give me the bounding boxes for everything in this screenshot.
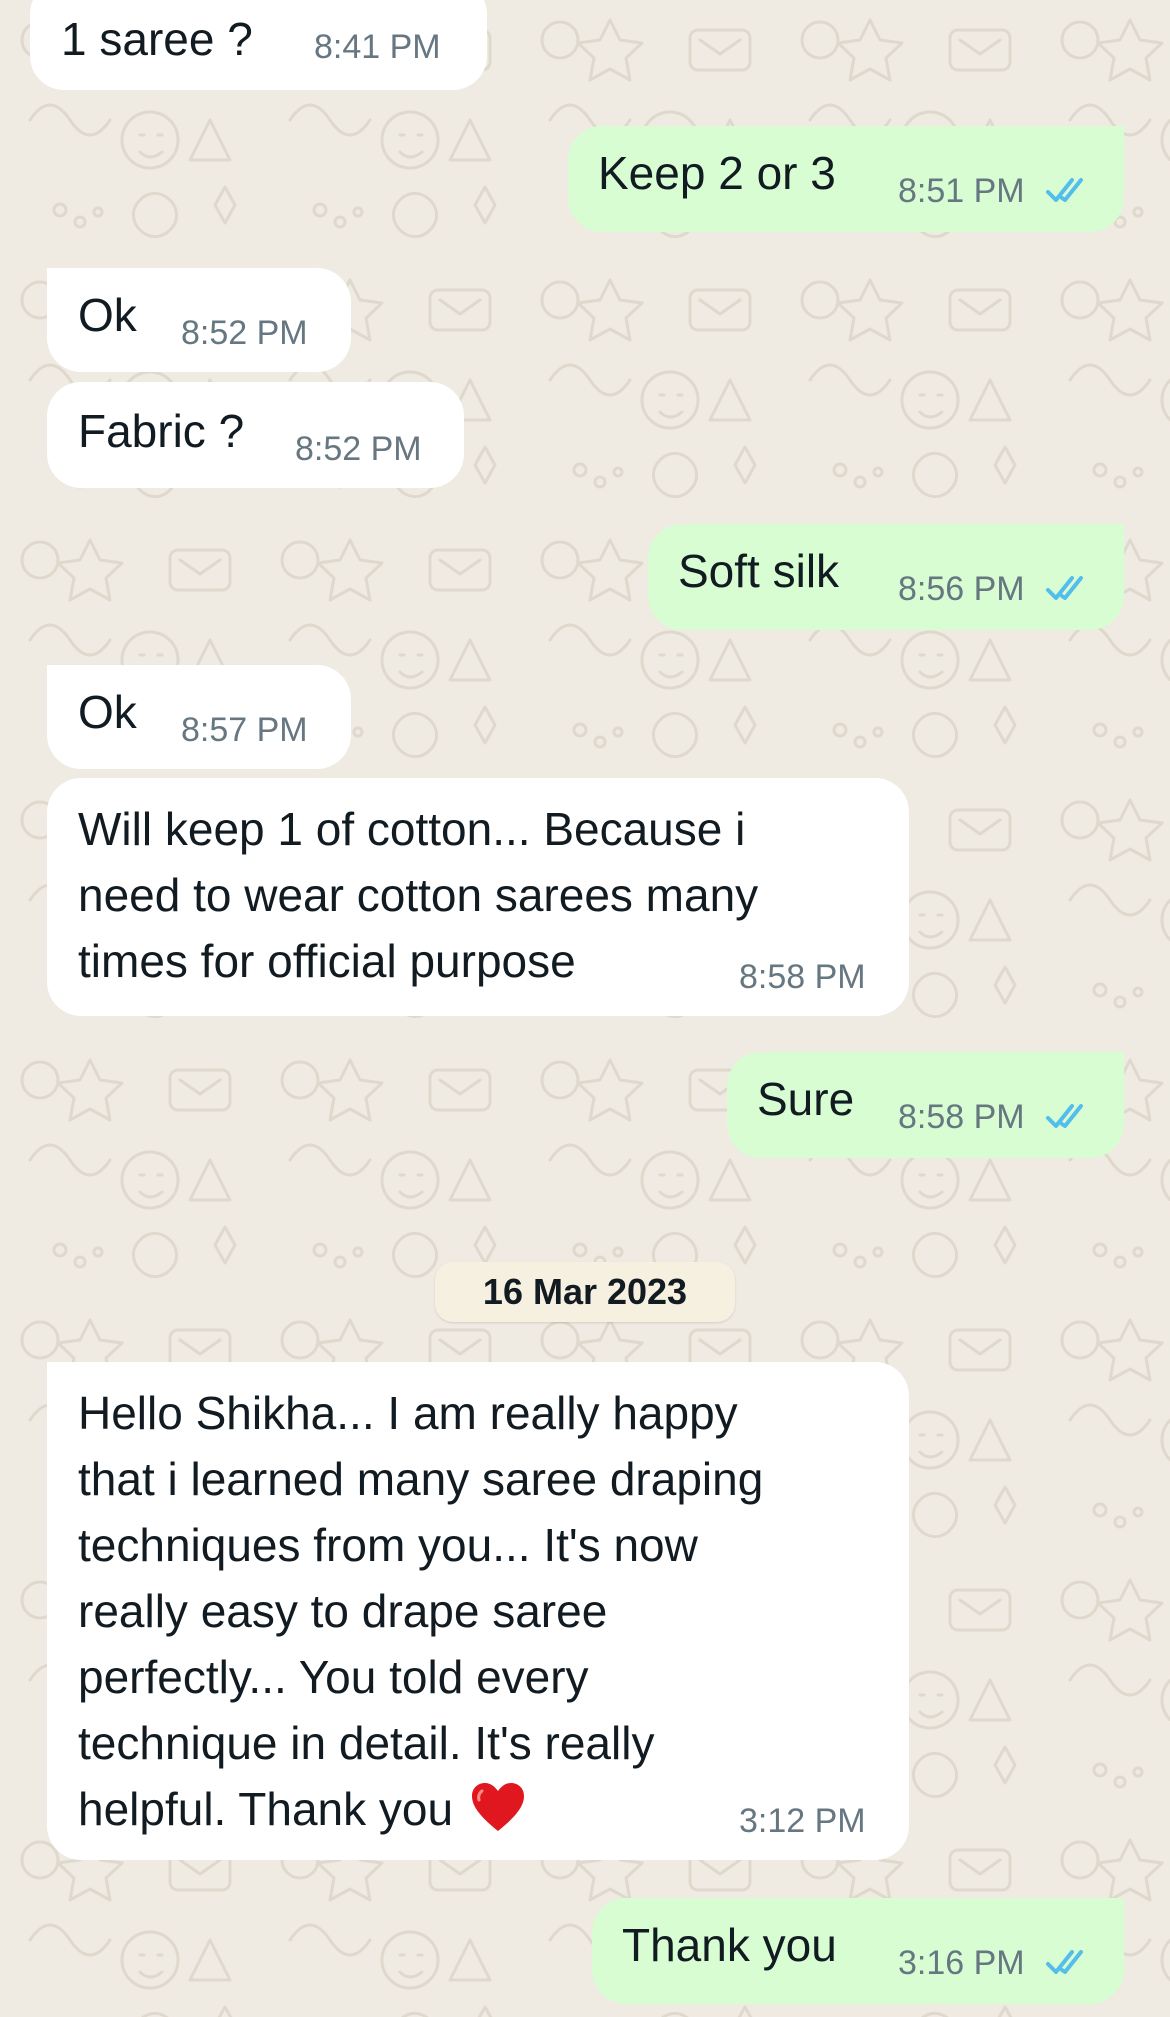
- message-time: 8:57 PM: [181, 711, 308, 749]
- message-text: Ok: [78, 289, 137, 341]
- chat-thread[interactable]: 1 saree ? 8:41 PM Keep 2 or 3 8:51 PM Ok…: [0, 0, 1170, 2017]
- message-line: need to wear cotton sarees many: [78, 869, 759, 921]
- message-text: Fabric ?: [78, 405, 245, 457]
- red-heart-emoji: [471, 1783, 524, 1831]
- message-time: 8:58 PM: [739, 958, 866, 996]
- message-text: Will keep 1 of cotton... Because i need …: [78, 796, 758, 994]
- outgoing-message[interactable]: Thank you 3:16 PM: [592, 1898, 1124, 2004]
- message-time: 3:12 PM: [739, 1802, 866, 1840]
- incoming-message[interactable]: 1 saree ? 8:41 PM: [30, 0, 487, 90]
- message-line: that i learned many saree draping: [78, 1453, 764, 1505]
- message-time: 8:52 PM: [295, 430, 422, 468]
- message-time: 8:41 PM: [314, 28, 441, 66]
- message-line: Hello Shikha... I am really happy: [78, 1387, 738, 1439]
- outgoing-message[interactable]: Sure 8:58 PM: [727, 1052, 1124, 1158]
- incoming-message[interactable]: Ok 8:57 PM: [47, 665, 351, 769]
- message-line: really easy to drape saree: [78, 1585, 608, 1637]
- outgoing-message[interactable]: Keep 2 or 3 8:51 PM: [568, 126, 1124, 232]
- message-time: 8:56 PM: [898, 570, 1025, 608]
- incoming-message[interactable]: Will keep 1 of cotton... Because i need …: [47, 778, 909, 1016]
- double-check-icon: [1046, 1950, 1083, 1974]
- message-text: Ok: [78, 686, 137, 738]
- message-text: Keep 2 or 3: [598, 147, 836, 199]
- message-time: 8:52 PM: [181, 314, 308, 352]
- double-check-icon: [1046, 178, 1083, 202]
- message-line: Will keep 1 of cotton... Because i: [78, 803, 746, 855]
- incoming-message[interactable]: Fabric ? 8:52 PM: [47, 382, 464, 488]
- message-time: 8:58 PM: [898, 1098, 1025, 1136]
- message-line: helpful. Thank you: [78, 1776, 763, 1842]
- message-text: Sure: [757, 1073, 855, 1125]
- message-line: techniques from you... It's now: [78, 1519, 698, 1571]
- message-line: technique in detail. It's really: [78, 1717, 655, 1769]
- message-line: perfectly... You told every: [78, 1651, 589, 1703]
- double-check-icon: [1046, 576, 1083, 600]
- incoming-message[interactable]: Hello Shikha... I am really happy that i…: [47, 1362, 909, 1860]
- message-line-text: helpful. Thank you: [78, 1783, 454, 1835]
- incoming-message[interactable]: Ok 8:52 PM: [47, 268, 351, 372]
- double-check-icon: [1046, 1104, 1083, 1128]
- message-time: 8:51 PM: [898, 172, 1025, 210]
- message-line: times for official purpose: [78, 935, 576, 987]
- message-text: 1 saree ?: [61, 13, 253, 65]
- message-text: Thank you: [622, 1919, 837, 1971]
- date-separator: 16 Mar 2023: [435, 1262, 735, 1322]
- message-text: Hello Shikha... I am really happy that i…: [78, 1380, 763, 1842]
- message-text: Soft silk: [678, 545, 840, 597]
- outgoing-message[interactable]: Soft silk 8:56 PM: [648, 524, 1124, 630]
- message-time: 3:16 PM: [898, 1944, 1025, 1982]
